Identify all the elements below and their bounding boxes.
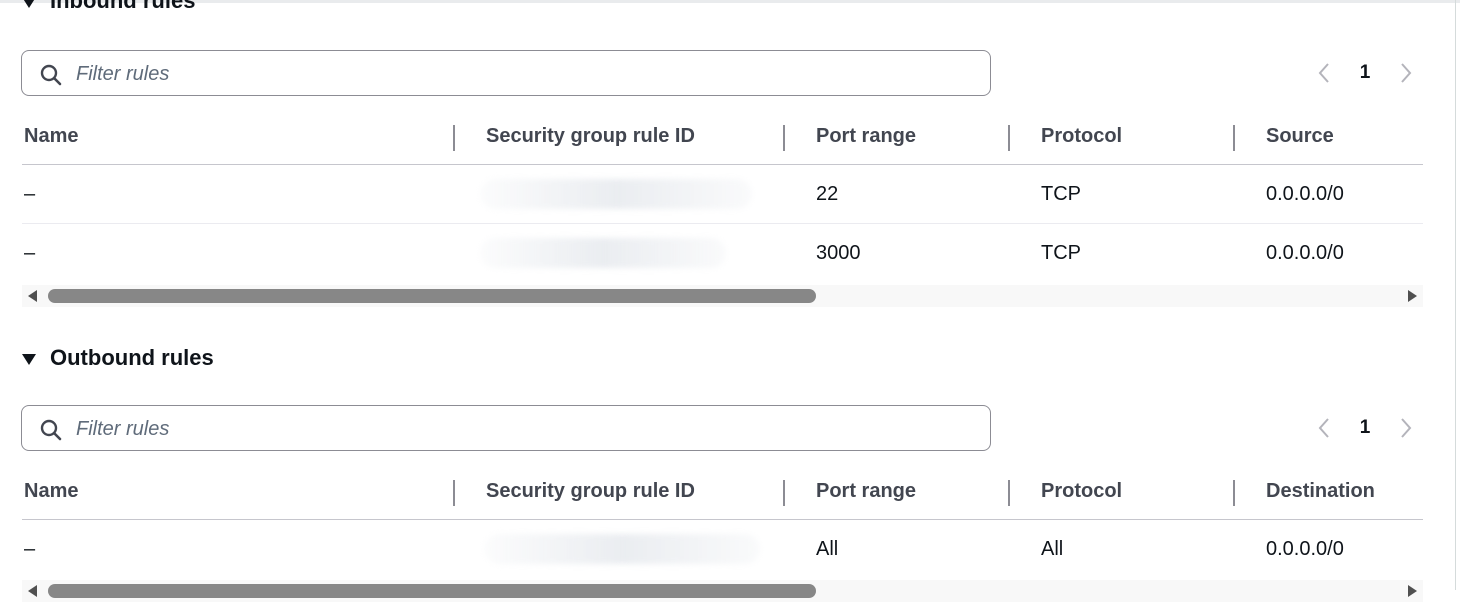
- caret-down-icon: [22, 353, 36, 365]
- right-divider: [1455, 0, 1456, 590]
- column-resizer[interactable]: [453, 480, 455, 506]
- column-header-rule-id[interactable]: Security group rule ID: [486, 463, 695, 519]
- caret-down-icon: [22, 0, 36, 8]
- page-number[interactable]: 1: [1334, 417, 1396, 439]
- column-header-rule-id[interactable]: Security group rule ID: [486, 108, 695, 164]
- scroll-right-icon[interactable]: [1408, 585, 1417, 597]
- cell-protocol: TCP: [1041, 182, 1081, 205]
- column-header-destination[interactable]: Destination: [1266, 463, 1375, 519]
- cell-name: –: [24, 537, 36, 560]
- column-resizer[interactable]: [453, 125, 455, 151]
- outbound-rules-table: Name Security group rule ID Port range P…: [22, 463, 1423, 578]
- cell-port-range: 3000: [816, 241, 861, 264]
- cell-protocol: TCP: [1041, 241, 1081, 264]
- chevron-right-icon[interactable]: [1396, 416, 1416, 440]
- chevron-left-icon[interactable]: [1314, 416, 1334, 440]
- column-header-source[interactable]: Source: [1266, 108, 1334, 164]
- outbound-horizontal-scrollbar[interactable]: [22, 580, 1423, 602]
- column-header-name[interactable]: Name: [24, 108, 78, 164]
- section-title: Inbound rules: [50, 0, 196, 13]
- table-row: – 22 TCP 0.0.0.0/0: [22, 165, 1423, 224]
- scroll-right-icon[interactable]: [1408, 290, 1417, 302]
- search-icon: [40, 419, 62, 441]
- column-header-port-range[interactable]: Port range: [816, 463, 916, 519]
- cell-port-range: 22: [816, 182, 839, 205]
- redacted-rule-id: [484, 534, 760, 564]
- search-input[interactable]: [76, 61, 956, 87]
- table-row: – All All 0.0.0.0/0: [22, 520, 1423, 578]
- outbound-rules-header[interactable]: Outbound rules: [22, 345, 214, 371]
- table-header: Name Security group rule ID Port range P…: [22, 108, 1423, 165]
- column-header-protocol[interactable]: Protocol: [1041, 108, 1122, 164]
- scrollbar-thumb[interactable]: [48, 584, 816, 598]
- cell-name: –: [24, 241, 36, 264]
- cell-port-range: All: [816, 537, 839, 560]
- search-input[interactable]: [76, 416, 956, 442]
- table-row: – 3000 TCP 0.0.0.0/0: [22, 224, 1423, 282]
- inbound-rules-table: Name Security group rule ID Port range P…: [22, 108, 1423, 282]
- column-resizer[interactable]: [783, 125, 785, 151]
- cell-name: –: [24, 182, 36, 205]
- section-title: Outbound rules: [50, 345, 214, 370]
- outbound-filter-box[interactable]: [21, 405, 991, 451]
- cell-protocol: All: [1041, 537, 1064, 560]
- scroll-left-icon[interactable]: [28, 290, 37, 302]
- scroll-left-icon[interactable]: [28, 585, 37, 597]
- column-resizer[interactable]: [1008, 480, 1010, 506]
- top-divider: [0, 0, 1460, 3]
- inbound-filter-box[interactable]: [21, 50, 991, 96]
- column-resizer[interactable]: [1233, 480, 1235, 506]
- cell-source: 0.0.0.0/0: [1266, 182, 1344, 205]
- search-icon: [40, 64, 62, 86]
- inbound-pagination: 1: [1314, 61, 1416, 85]
- table-header: Name Security group rule ID Port range P…: [22, 463, 1423, 520]
- column-resizer[interactable]: [1233, 125, 1235, 151]
- cell-source: 0.0.0.0/0: [1266, 241, 1344, 264]
- column-header-protocol[interactable]: Protocol: [1041, 463, 1122, 519]
- chevron-right-icon[interactable]: [1396, 61, 1416, 85]
- scrollbar-thumb[interactable]: [48, 289, 816, 303]
- chevron-left-icon[interactable]: [1314, 61, 1334, 85]
- outbound-pagination: 1: [1314, 416, 1416, 440]
- page-number[interactable]: 1: [1334, 62, 1396, 84]
- column-header-port-range[interactable]: Port range: [816, 108, 916, 164]
- column-resizer[interactable]: [1008, 125, 1010, 151]
- inbound-rules-header[interactable]: Inbound rules: [22, 0, 195, 14]
- inbound-horizontal-scrollbar[interactable]: [22, 285, 1423, 307]
- column-header-name[interactable]: Name: [24, 463, 78, 519]
- column-resizer[interactable]: [783, 480, 785, 506]
- redacted-rule-id: [480, 179, 752, 209]
- cell-destination: 0.0.0.0/0: [1266, 537, 1344, 560]
- redacted-rule-id: [480, 238, 726, 268]
